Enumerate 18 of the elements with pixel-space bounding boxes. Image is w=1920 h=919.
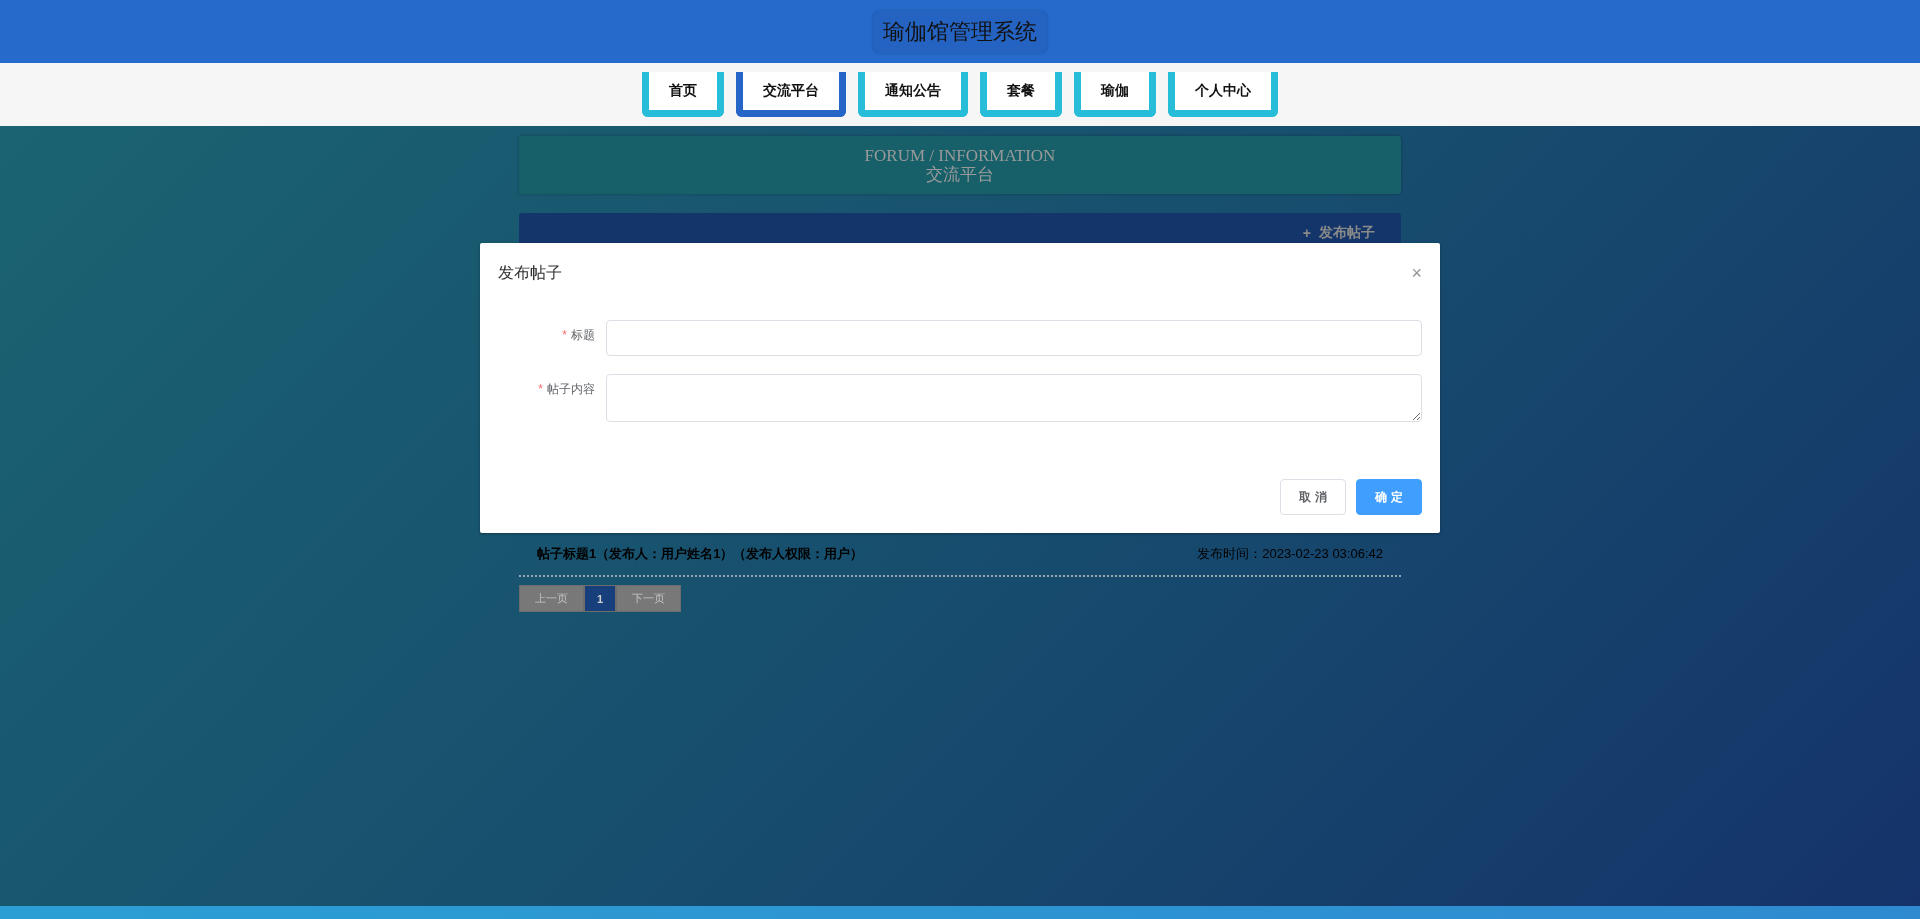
field-label: * 标题 <box>561 327 595 344</box>
post-time: 发布时间：2023-02-23 03:06:42 <box>1197 545 1383 563</box>
banner-title: 交流平台 <box>926 164 994 185</box>
app-title: 瑜伽馆管理系统 <box>873 10 1047 53</box>
banner-subtitle: FORUM / INFORMATION <box>864 145 1056 165</box>
field-label: * 帖子内容 <box>537 381 595 398</box>
nav-tab[interactable]: 瑜伽 <box>1074 72 1156 117</box>
nav-tab[interactable]: 交流平台 <box>736 72 846 117</box>
nav-tab[interactable]: 通知公告 <box>858 72 968 117</box>
nav-tab[interactable]: 个人中心 <box>1168 72 1278 117</box>
page-button[interactable]: 1 <box>584 585 617 612</box>
nav-tab[interactable]: 首页 <box>642 72 724 117</box>
add-post-button[interactable]: + 发布帖子 <box>1296 223 1381 243</box>
title-field[interactable] <box>606 320 1422 356</box>
nav-tab[interactable]: 套餐 <box>980 72 1062 117</box>
cancel-button[interactable]: 取 消 <box>1280 479 1346 515</box>
dialog-title: 发布帖子 <box>498 263 562 283</box>
content-field[interactable] <box>606 374 1422 422</box>
